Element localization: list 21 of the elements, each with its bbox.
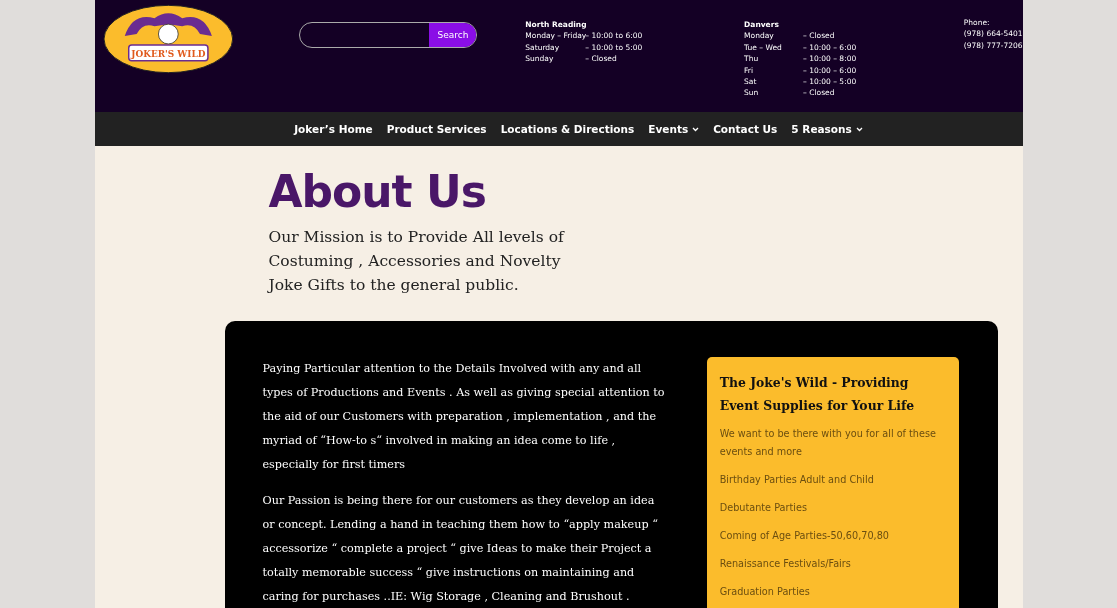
- nav-link[interactable]: 5 Reasons: [791, 123, 863, 135]
- caret-icon: [692, 126, 700, 132]
- nav-link[interactable]: Product Services: [386, 123, 487, 135]
- panel-title: The Joke's Wild - Providing Event Supplies for Your Life: [719, 374, 916, 415]
- event-item: Debutante Parties: [719, 501, 808, 515]
- nav-link[interactable]: Joker’s Home: [294, 123, 373, 135]
- nav-link[interactable]: Locations & Directions: [500, 123, 635, 135]
- nav-link[interactable]: Events: [648, 123, 700, 135]
- event-item: Coming of Age Parties-50,60,70,80: [719, 529, 890, 543]
- event-item: Renaissance Festivals/Fairs: [719, 557, 852, 571]
- nav-link[interactable]: Contact Us: [713, 123, 778, 135]
- event-item: We want to be there with you for all of these events and more: [719, 427, 937, 459]
- jester-logo[interactable]: JOKER'S WILD: [102, 4, 234, 74]
- body-paragraph: Our Passion is being there for our customers as they develop an idea or concept. Lending a hand in teaching them how to “apply makeup “ accessorize “ complete a project “ give Ideas to make their Project a totally memorable success “ give instructions on maintaining and caring for purchases ..IE: Wig Storage , Cleaning and Brushout .: [262, 493, 659, 605]
- search-button[interactable]: Search: [429, 23, 477, 47]
- mission-statement: Our Mission is to Provide All levels of Costuming , Accessories and Novelty Joke Gifts to the general public.: [268, 227, 566, 296]
- event-item: Birthday Parties Adult and Child: [719, 473, 875, 487]
- page-title: About Us: [268, 166, 487, 217]
- event-item: Graduation Parties: [719, 585, 811, 599]
- caret-icon: [855, 126, 863, 132]
- body-paragraph: Paying Particular attention to the Details Involved with any and all types of Productions and Events . As well as giving special attention to the aid of our Customers with preparation , implementation , and the myriad of “How-to s“ involved in making an idea come to life , especially for first timers: [262, 361, 666, 473]
